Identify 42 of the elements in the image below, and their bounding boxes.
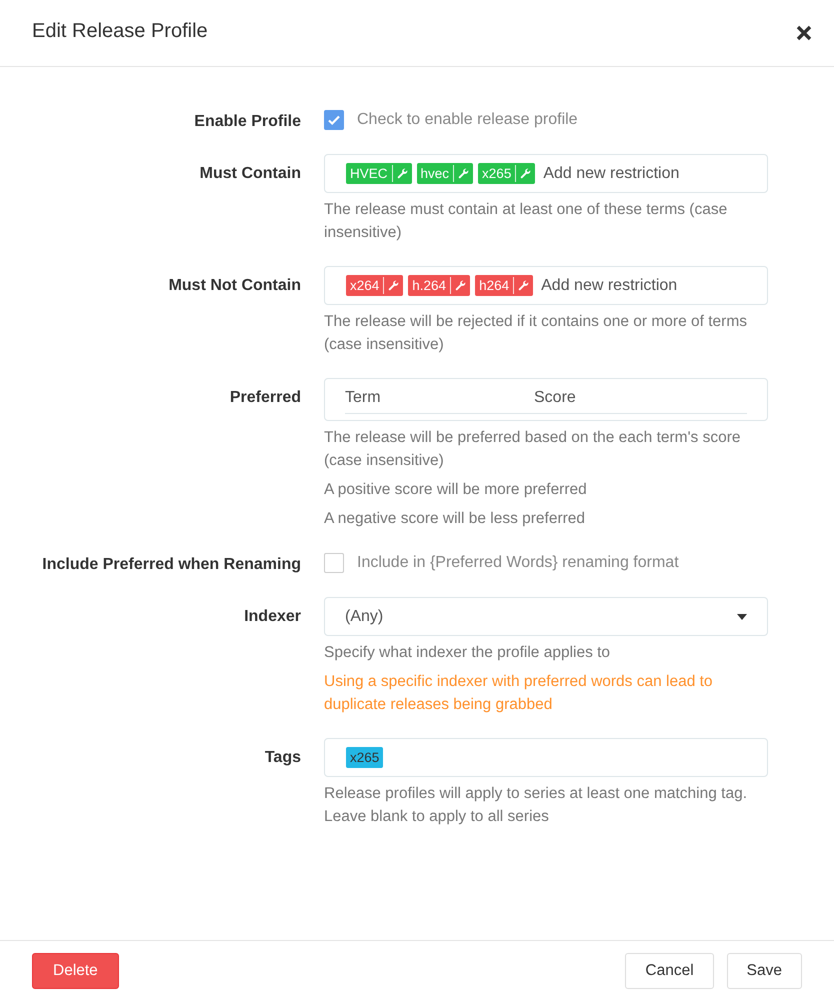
checkbox-label: Check to enable release profile — [357, 111, 578, 129]
field-label: Tags — [264, 748, 301, 768]
help-text: The release will be preferred based on the each term's score (case insensitive) — [324, 428, 742, 471]
tag[interactable]: h264 — [475, 275, 534, 296]
wrench-icon[interactable] — [388, 280, 400, 291]
tag[interactable]: x265 — [346, 747, 384, 768]
footer-button[interactable]: Save — [726, 952, 802, 988]
tag[interactable]: x264 — [346, 275, 404, 296]
delete-button[interactable]: Delete — [32, 952, 119, 988]
wrench-icon[interactable] — [396, 168, 408, 179]
warning-text: Using a specific indexer with preferred words can lead to duplicate releases being grabbed — [324, 672, 714, 715]
tag[interactable]: h.264 — [408, 275, 470, 296]
check-icon — [327, 113, 341, 127]
wrench-icon[interactable] — [458, 168, 470, 179]
indexer-select[interactable]: (Any) — [324, 597, 768, 636]
column-header: Score — [534, 389, 577, 407]
checkbox[interactable] — [324, 110, 344, 130]
close-button[interactable] — [796, 25, 812, 41]
help-text: A positive score will be more preferred — [324, 480, 588, 500]
wrench-icon[interactable] — [520, 168, 532, 179]
field-label: Preferred — [230, 388, 301, 408]
input-field[interactable]: HVEC hvec x265 Add new restriction — [324, 154, 768, 193]
wrench-icon[interactable] — [455, 280, 466, 291]
field-label: Must Not Contain — [168, 276, 301, 296]
input-field[interactable]: x265 — [324, 738, 768, 777]
caret-icon — [737, 614, 747, 620]
help-text: The release will be rejected if it contains one or more of terms (case insensitive) — [324, 312, 748, 355]
field-label: Include Preferred when Renaming — [42, 555, 301, 575]
input-field[interactable]: x264 h.264 h264 Add new restriction — [324, 266, 768, 305]
dialog-title: Edit Release Profile — [32, 20, 208, 44]
field-label: Enable Profile — [194, 112, 301, 132]
checkbox-label: Include in {Preferred Words} renaming format — [357, 554, 679, 572]
help-text: A negative score will be less preferred — [324, 509, 586, 529]
help-text: Specify what indexer the profile applies to — [324, 643, 612, 663]
footer-button[interactable]: Cancel — [625, 952, 714, 988]
help-text: Release profiles will apply to series at least one matching tag. Leave blank to apply to all series — [324, 784, 748, 827]
field-label: Indexer — [244, 607, 301, 627]
help-text: The release must contain at least one of these terms (case insensitive) — [324, 200, 728, 243]
column-header: Term — [345, 389, 382, 407]
field-label: Must Contain — [200, 164, 301, 184]
wrench-icon[interactable] — [518, 280, 530, 291]
checkbox[interactable] — [324, 553, 344, 573]
